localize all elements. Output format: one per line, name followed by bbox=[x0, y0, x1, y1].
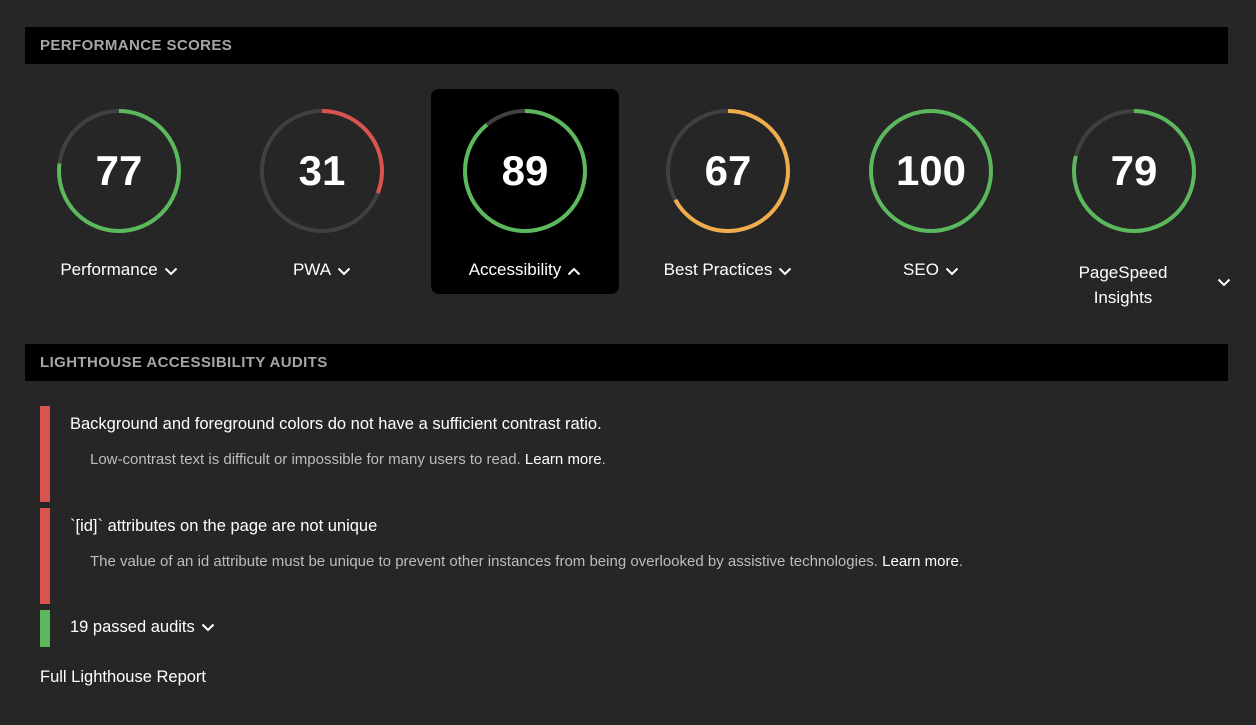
audit-description: The value of an id attribute must be uni… bbox=[90, 553, 963, 570]
score-card-best-practices[interactable]: 67 Best Practices bbox=[634, 89, 822, 294]
score-gauge: 67 bbox=[665, 108, 791, 234]
chevron-down-icon bbox=[201, 618, 215, 637]
learn-more-link[interactable]: Learn more bbox=[525, 451, 602, 468]
score-gauge: 100 bbox=[868, 108, 994, 234]
score-value: 67 bbox=[704, 147, 752, 194]
score-value: 89 bbox=[501, 147, 549, 194]
score-label: PWA bbox=[292, 260, 332, 279]
score-value: 31 bbox=[298, 147, 346, 194]
score-gauge: 89 bbox=[462, 108, 588, 234]
score-label-line2: Insights bbox=[1093, 288, 1153, 307]
audit-description-period: . bbox=[601, 451, 606, 468]
accessibility-audits-header: LIGHTHOUSE ACCESSIBILITY AUDITS bbox=[25, 344, 1228, 381]
audit-description: Low-contrast text is difficult or imposs… bbox=[90, 451, 606, 468]
audit-description-text: Low-contrast text is difficult or imposs… bbox=[90, 451, 521, 468]
audit-description-text: The value of an id attribute must be uni… bbox=[90, 553, 878, 570]
chevron-up-icon bbox=[567, 261, 581, 281]
chevron-down-icon bbox=[778, 261, 792, 281]
performance-scores-header: PERFORMANCE SCORES bbox=[25, 27, 1228, 64]
score-label: Performance bbox=[60, 260, 158, 279]
chevron-down-icon bbox=[945, 261, 959, 281]
score-value: 79 bbox=[1110, 147, 1158, 194]
score-label-line1: PageSpeed bbox=[1078, 263, 1168, 282]
audit-title: Background and foreground colors do not … bbox=[70, 415, 602, 433]
audit-item: `[id]` attributes on the page are not un… bbox=[40, 508, 1228, 604]
score-card-performance[interactable]: 77 Performance bbox=[25, 89, 213, 294]
score-card-accessibility[interactable]: 89 Accessibility bbox=[431, 89, 619, 294]
audit-description-period: . bbox=[958, 553, 964, 570]
score-label: Accessibility bbox=[468, 260, 562, 279]
full-lighthouse-report-link[interactable]: Full Lighthouse Report bbox=[40, 668, 206, 687]
score-label: SEO bbox=[903, 260, 939, 279]
score-card-pagespeed-insights[interactable]: 79 PageSpeed Insights bbox=[1040, 89, 1231, 307]
audit-item: Background and foreground colors do not … bbox=[40, 406, 1228, 502]
score-card-seo[interactable]: 100 SEO bbox=[837, 89, 1025, 294]
score-gauge: 31 bbox=[259, 108, 385, 234]
chevron-down-icon bbox=[1217, 274, 1231, 292]
score-gauge: 79 bbox=[1071, 108, 1197, 234]
audit-status-bar bbox=[40, 610, 50, 647]
chevron-down-icon bbox=[164, 261, 178, 281]
score-value: 77 bbox=[95, 147, 143, 194]
score-gauge: 77 bbox=[56, 108, 182, 234]
passed-audits-toggle[interactable]: 19 passed audits bbox=[40, 610, 1228, 647]
audit-title: `[id]` attributes on the page are not un… bbox=[70, 517, 378, 535]
chevron-down-icon bbox=[337, 261, 351, 281]
score-card-pwa[interactable]: 31 PWA bbox=[228, 89, 416, 294]
score-label: Best Practices bbox=[663, 260, 773, 279]
score-value: 100 bbox=[895, 147, 967, 194]
passed-audits-label: 19 passed audits bbox=[70, 618, 195, 636]
audit-status-bar bbox=[40, 406, 50, 502]
audit-status-bar bbox=[40, 508, 50, 604]
learn-more-link[interactable]: Learn more bbox=[882, 553, 959, 570]
